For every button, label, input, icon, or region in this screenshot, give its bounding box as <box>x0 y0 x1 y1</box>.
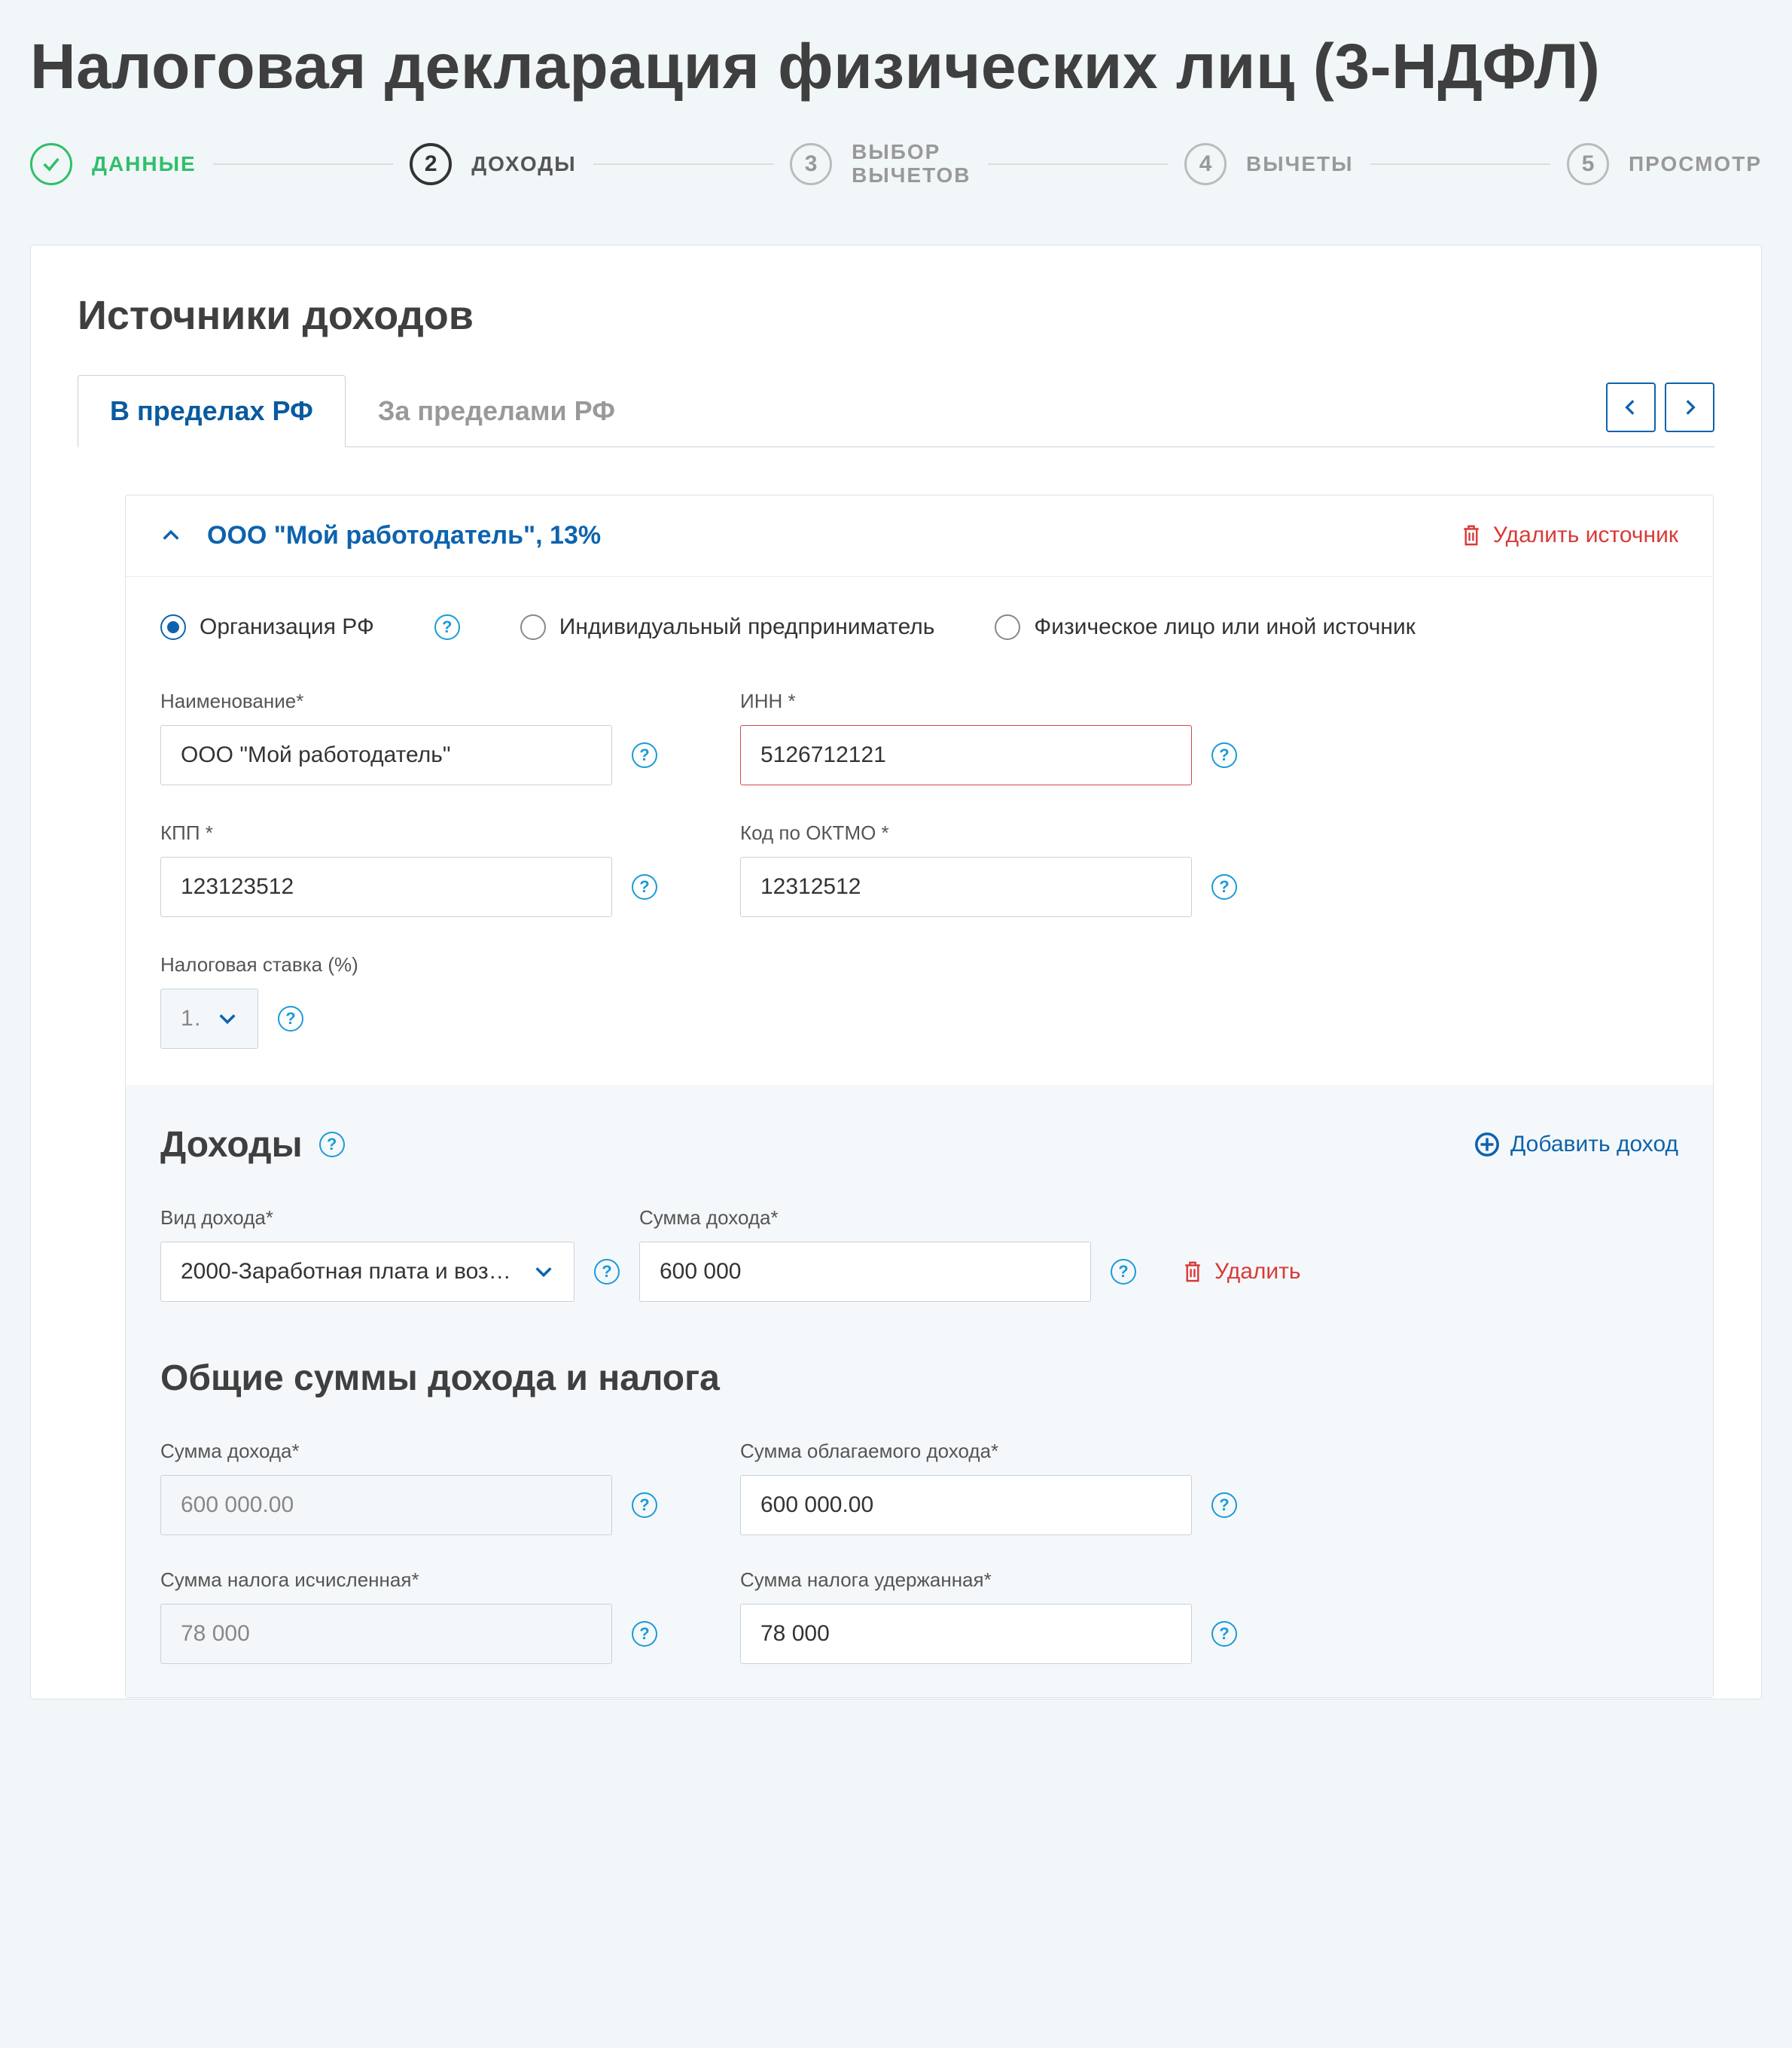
oktmo-label: Код по ОКТМО * <box>740 821 1237 845</box>
sum-income-label: Сумма дохода* <box>160 1440 657 1463</box>
delete-source-label: Удалить источник <box>1493 523 1678 548</box>
help-icon[interactable]: ? <box>1211 1621 1237 1647</box>
radio-organization-label: Организация РФ <box>200 614 374 640</box>
step-5[interactable]: 5 ПРОСМОТР <box>1567 143 1762 185</box>
step-3[interactable]: 3 ВЫБОР ВЫЧЕТОВ <box>790 141 971 187</box>
kpp-label: КПП * <box>160 821 657 845</box>
income-type-label: Вид дохода* <box>160 1206 620 1230</box>
income-type-select[interactable]: 2000-Заработная плата и возн… <box>160 1242 574 1302</box>
delete-income-button[interactable]: Удалить <box>1181 1242 1301 1302</box>
kpp-input[interactable] <box>160 857 612 917</box>
name-label: Наименование* <box>160 690 657 713</box>
tax-rate-select[interactable]: 13 <box>160 989 258 1049</box>
radio-person-label: Физическое лицо или иной источник <box>1034 614 1415 640</box>
chevron-right-icon <box>1680 398 1699 417</box>
step-1-label: ДАННЫЕ <box>92 152 197 176</box>
help-icon[interactable]: ? <box>319 1132 345 1157</box>
page-title: Налоговая декларация физических лиц (3-Н… <box>30 30 1762 103</box>
help-icon[interactable]: ? <box>434 614 460 640</box>
step-5-num: 5 <box>1567 143 1609 185</box>
trash-icon <box>1460 523 1483 548</box>
sum-tax-calc-input <box>160 1604 612 1664</box>
incomes-section: Доходы ? Добавить доход Вид дохода* <box>126 1085 1713 1697</box>
add-income-label: Добавить доход <box>1510 1132 1678 1157</box>
plus-circle-icon <box>1474 1132 1500 1157</box>
radio-ip[interactable]: Индивидуальный предприниматель <box>520 614 935 640</box>
help-icon[interactable]: ? <box>632 1621 657 1647</box>
step-5-label: ПРОСМОТР <box>1629 152 1762 176</box>
source-header[interactable]: ООО "Мой работодатель", 13% Удалить исто… <box>126 495 1713 577</box>
step-2-label: ДОХОДЫ <box>471 152 576 176</box>
help-icon[interactable]: ? <box>632 742 657 768</box>
chevron-down-icon <box>217 1008 238 1029</box>
inn-label: ИНН * <box>740 690 1237 713</box>
step-4-label: ВЫЧЕТЫ <box>1246 152 1354 176</box>
tax-rate-label: Налоговая ставка (%) <box>160 953 358 977</box>
tab-outside-rf[interactable]: За пределами РФ <box>346 375 648 447</box>
next-source-button[interactable] <box>1665 382 1714 432</box>
sum-taxable-label: Сумма облагаемого дохода* <box>740 1440 1237 1463</box>
help-icon[interactable]: ? <box>1211 742 1237 768</box>
tab-inside-rf[interactable]: В пределах РФ <box>78 375 346 447</box>
income-amount-label: Сумма дохода* <box>639 1206 1136 1230</box>
radio-ip-label: Индивидуальный предприниматель <box>559 614 935 640</box>
totals-heading: Общие суммы дохода и налога <box>160 1358 1678 1399</box>
sum-tax-calc-label: Сумма налога исчисленная* <box>160 1568 657 1592</box>
help-icon[interactable]: ? <box>632 1492 657 1518</box>
radio-organization[interactable]: Организация РФ <box>160 614 374 640</box>
help-icon[interactable]: ? <box>278 1006 303 1032</box>
trash-icon <box>1181 1259 1204 1285</box>
help-icon[interactable]: ? <box>1211 874 1237 900</box>
help-icon[interactable]: ? <box>1211 1492 1237 1518</box>
chevron-up-icon <box>160 525 181 546</box>
chevron-down-icon <box>533 1261 554 1282</box>
tabs: В пределах РФ За пределами РФ <box>78 375 1714 447</box>
sum-tax-held-label: Сумма налога удержанная* <box>740 1568 1237 1592</box>
check-icon <box>30 143 72 185</box>
delete-income-label: Удалить <box>1214 1259 1301 1285</box>
step-4-num: 4 <box>1184 143 1227 185</box>
help-icon[interactable]: ? <box>594 1259 620 1285</box>
help-icon[interactable]: ? <box>632 874 657 900</box>
incomes-heading: Доходы <box>160 1124 303 1166</box>
inn-input[interactable] <box>740 725 1192 785</box>
step-2[interactable]: 2 ДОХОДЫ <box>410 143 576 185</box>
step-1[interactable]: ДАННЫЕ <box>30 143 197 185</box>
help-icon[interactable]: ? <box>1111 1259 1136 1285</box>
section-title: Источники доходов <box>78 292 1714 339</box>
income-source-panel: ООО "Мой работодатель", 13% Удалить исто… <box>125 495 1714 1698</box>
sum-tax-held-input[interactable] <box>740 1604 1192 1664</box>
sum-taxable-input[interactable] <box>740 1475 1192 1535</box>
income-amount-input[interactable] <box>639 1242 1091 1302</box>
step-3-label: ВЫБОР ВЫЧЕТОВ <box>852 141 971 187</box>
delete-source-button[interactable]: Удалить источник <box>1460 523 1678 548</box>
name-input[interactable] <box>160 725 612 785</box>
source-type-radios: Организация РФ ? Индивидуальный предприн… <box>160 614 1678 640</box>
income-row: Вид дохода* 2000-Заработная плата и возн… <box>160 1206 1678 1302</box>
radio-person[interactable]: Физическое лицо или иной источник <box>995 614 1415 640</box>
add-income-button[interactable]: Добавить доход <box>1474 1132 1678 1157</box>
sum-income-input <box>160 1475 612 1535</box>
income-type-value: 2000-Заработная плата и возн… <box>181 1259 520 1285</box>
source-title: ООО "Мой работодатель", 13% <box>207 521 601 550</box>
stepper: ДАННЫЕ 2 ДОХОДЫ 3 ВЫБОР ВЫЧЕТОВ 4 ВЫЧЕТЫ… <box>30 141 1762 187</box>
chevron-left-icon <box>1621 398 1641 417</box>
step-4[interactable]: 4 ВЫЧЕТЫ <box>1184 143 1354 185</box>
step-3-num: 3 <box>790 143 832 185</box>
step-2-num: 2 <box>410 143 452 185</box>
main-card: Источники доходов В пределах РФ За преде… <box>30 245 1762 1699</box>
oktmo-input[interactable] <box>740 857 1192 917</box>
tax-rate-value: 13 <box>181 1006 203 1032</box>
prev-source-button[interactable] <box>1606 382 1656 432</box>
